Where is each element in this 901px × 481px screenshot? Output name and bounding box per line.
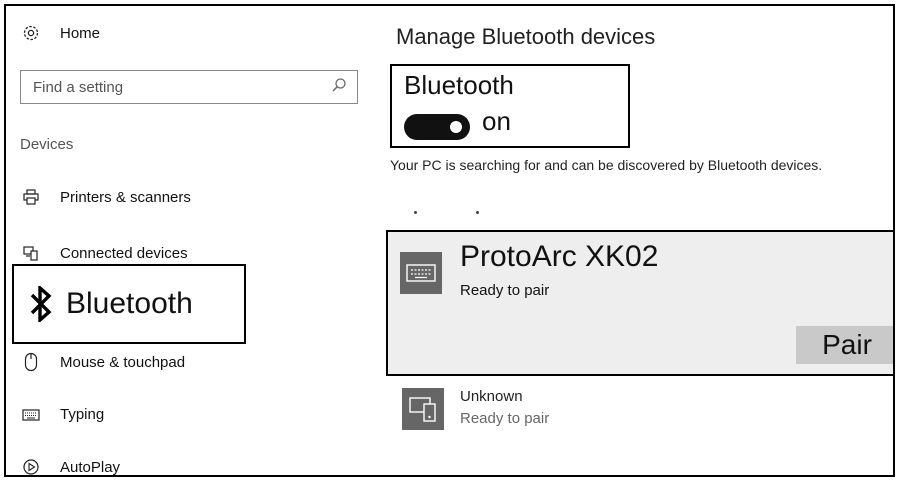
mouse-icon [20,352,42,372]
sidebar-item-mouse[interactable]: Mouse & touchpad [20,352,185,372]
sidebar-item-connected-devices[interactable]: Connected devices [20,244,188,262]
sidebar-item-printers[interactable]: Printers & scanners [20,188,191,206]
sidebar-item-label: Connected devices [60,244,188,262]
sidebar-item-typing[interactable]: Typing [20,406,104,423]
bluetooth-label: Bluetooth [404,70,514,100]
connected-devices-icon [20,244,42,262]
device-name: Unknown [460,388,523,405]
search-placeholder: Find a setting [33,78,124,96]
search-icon [331,77,347,97]
toggle-knob [450,121,462,133]
gear-icon [20,24,42,42]
page-title: Manage Bluetooth devices [396,24,656,49]
sidebar-item-label: Printers & scanners [60,188,191,206]
settings-window: Home Find a setting Devices Printers & s… [4,4,895,477]
pair-button[interactable]: Pair [796,326,893,364]
search-input[interactable]: Find a setting [20,70,358,104]
home-link[interactable]: Home [20,24,100,42]
sidebar-item-label: AutoPlay [60,458,121,476]
device-item-protoarc[interactable]: ProtoArc XK02 Ready to pair Pair [386,230,893,376]
sidebar-item-label: Typing [60,406,105,423]
device-status: Ready to pair [460,410,550,427]
bluetooth-icon [30,286,52,322]
toggle-state-label: on [482,106,511,136]
progress-dot [476,211,479,214]
sidebar-item-label: Bluetooth [66,287,193,320]
keyboard-icon [400,252,442,294]
main-panel: Manage Bluetooth devices Bluetooth on Yo… [384,6,893,475]
section-devices-label: Devices [20,136,74,153]
device-icon [402,388,444,430]
device-status: Ready to pair [460,282,550,299]
sidebar-item-label: Mouse & touchpad [60,353,186,371]
printer-icon [20,188,42,206]
device-name: ProtoArc XK02 [460,240,659,273]
sidebar-item-autoplay[interactable]: AutoPlay [20,458,121,476]
keyboard-icon [20,408,42,421]
progress-dot [414,211,417,214]
autoplay-icon [20,458,42,475]
sidebar-item-bluetooth[interactable]: Bluetooth [12,264,246,344]
discovery-description: Your PC is searching for and can be disc… [390,157,823,173]
bluetooth-toggle-panel: Bluetooth on [390,64,630,148]
bluetooth-toggle[interactable] [404,114,470,140]
sidebar: Home Find a setting Devices Printers & s… [6,6,376,475]
home-label: Home [60,24,101,42]
